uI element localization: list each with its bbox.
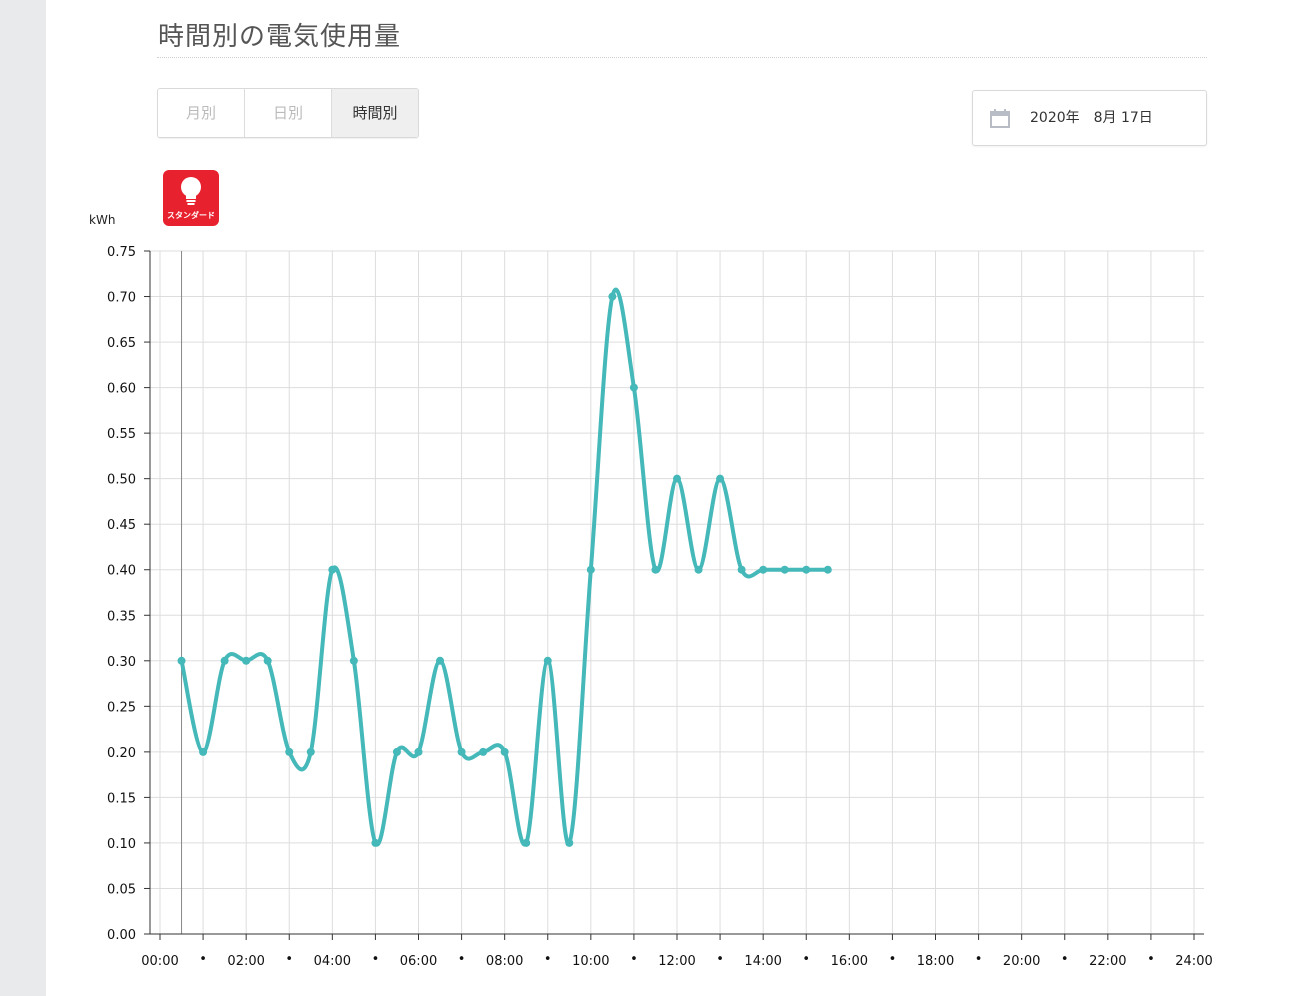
x-tick-label: • [372,952,380,967]
data-point [242,656,251,665]
x-tick-label: • [802,952,810,967]
data-point [479,747,488,756]
data-point [565,838,574,847]
x-tick-label: 08:00 [486,954,523,969]
x-tick-label: 20:00 [1003,954,1040,969]
y-tick-label: 0.30 [107,655,136,670]
x-tick-label: 04:00 [314,954,351,969]
data-point [608,292,617,301]
data-point [500,747,509,756]
data-point [414,747,423,756]
data-point [328,565,337,574]
x-tick-label: 06:00 [400,954,437,969]
y-tick-label: 0.60 [107,382,136,397]
data-point [457,747,466,756]
x-tick-label: 02:00 [227,954,264,969]
data-point [220,656,229,665]
x-tick-label: 22:00 [1089,954,1126,969]
data-point [651,565,660,574]
data-point [371,838,380,847]
x-tick-label: 18:00 [917,954,954,969]
data-point [543,656,552,665]
y-tick-label: 0.40 [107,564,136,579]
y-tick-label: 0.65 [107,336,136,351]
x-tick-label: • [199,952,207,967]
data-point [349,656,358,665]
data-point [285,747,294,756]
y-tick-label: 0.00 [107,928,136,943]
y-tick-label: 0.75 [107,245,136,260]
data-point [759,565,768,574]
x-tick-label: • [458,952,466,967]
x-tick-label: • [285,952,293,967]
y-tick-label: 0.50 [107,473,136,488]
usage-chart: 0.00 0.05 0.10 0.15 0.20 0.25 0.30 0.35 0.40 0.45… [107,245,1213,969]
y-tick-label: 0.35 [107,609,136,624]
x-tick-label: 24:00 [1175,954,1212,969]
data-point [694,565,703,574]
data-point [780,565,789,574]
x-tick-label: • [544,952,552,967]
x-tick-label: • [889,952,897,967]
data-point [306,747,315,756]
x-tick-label: • [630,952,638,967]
data-point [522,838,531,847]
x-tick-label: • [1061,952,1069,967]
data-point [802,565,811,574]
y-tick-label: 0.15 [107,791,136,806]
data-point [436,656,445,665]
y-tick-label: 0.10 [107,837,136,852]
y-tick-label: 0.05 [107,882,136,897]
data-point [716,474,725,483]
data-point [586,565,595,574]
x-tick-label: • [1147,952,1155,967]
x-tick-label: • [716,952,724,967]
data-point [823,565,832,574]
x-tick-label: 10:00 [572,954,609,969]
data-point [392,747,401,756]
y-tick-label: 0.70 [107,291,136,306]
data-point [629,383,638,392]
y-tick-label: 0.45 [107,518,136,533]
x-tick-label: 14:00 [744,954,781,969]
data-point [177,656,186,665]
data-point [673,474,681,483]
data-point [737,565,746,574]
data-point [263,656,272,665]
x-tick-label: • [975,952,983,967]
x-tick-label: 00:00 [141,954,178,969]
x-tick-label: 16:00 [831,954,868,969]
y-tick-label: 0.20 [107,746,136,761]
data-point [199,747,208,756]
y-tick-label: 0.55 [107,427,136,442]
y-tick-label: 0.25 [107,700,136,715]
x-tick-label: 12:00 [658,954,695,969]
